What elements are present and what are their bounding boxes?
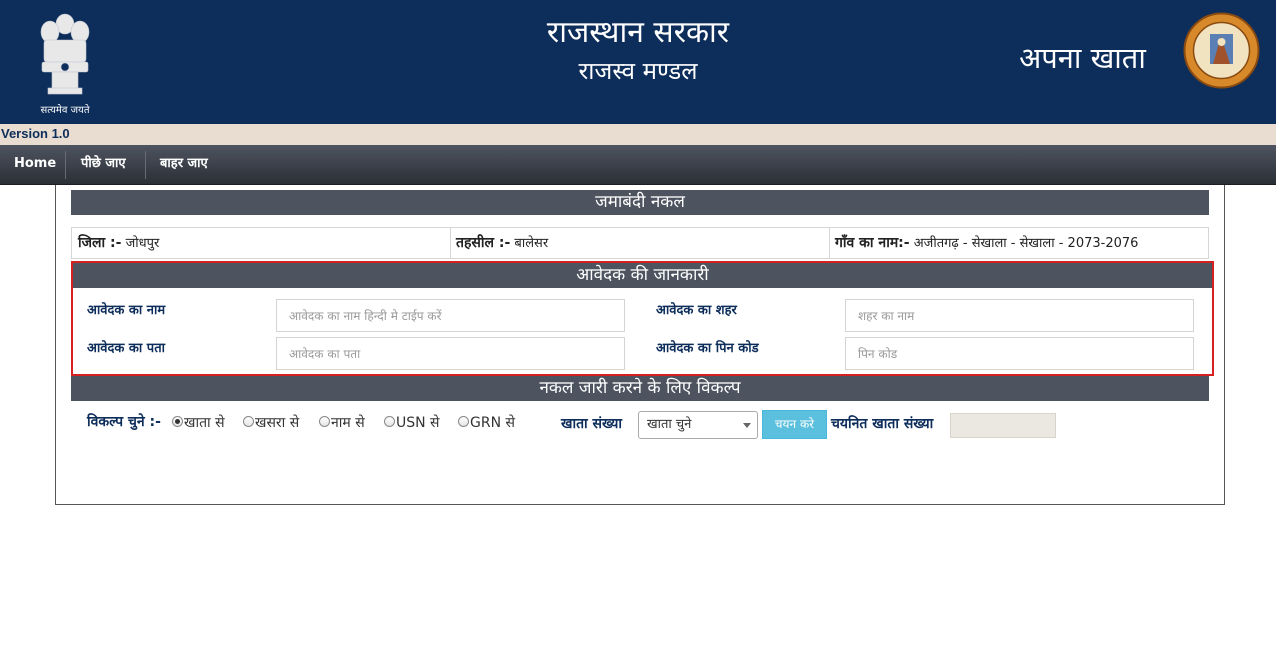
radio-usn-label: USN से [396, 415, 440, 431]
radio-dot [172, 416, 183, 427]
radio-dot [384, 416, 395, 427]
khata-number-label: खाता संख्या [561, 416, 622, 432]
options-heading: नकल जारी करने के लिए विकल्प [71, 376, 1209, 401]
jamabandi-heading: जमाबंदी नकल [71, 190, 1209, 215]
applicant-pincode-input[interactable] [845, 337, 1194, 370]
selected-khata-label: चयनित खाता संख्या [831, 416, 934, 432]
radio-khata[interactable]: खाता से [172, 413, 225, 432]
nav-home[interactable]: Home [14, 145, 56, 185]
applicant-name-label: आवेदक का नाम [87, 303, 166, 318]
nav-back[interactable]: पीछे जाए [81, 145, 126, 185]
applicant-address-label: आवेदक का पता [87, 341, 165, 356]
tehsil-label: तहसील :- [456, 235, 511, 251]
revenue-board-seal-icon [1183, 12, 1260, 89]
radio-dot [243, 416, 254, 427]
version-label: Version 1.0 [1, 126, 70, 141]
radio-grn-label: GRN से [470, 415, 515, 431]
radio-usn[interactable]: USN से [384, 413, 440, 432]
cell-divider [450, 228, 451, 258]
main-nav: Home पीछे जाए बाहर जाए [0, 145, 1276, 185]
district-label: जिला :- [78, 235, 122, 251]
tehsil-value: बालेसर [514, 236, 549, 251]
applicant-heading: आवेदक की जानकारी [73, 263, 1212, 288]
selected-khata-field [950, 413, 1056, 438]
select-button[interactable]: चयन करे [762, 410, 827, 439]
applicant-city-input[interactable] [845, 299, 1194, 332]
radio-khasra[interactable]: खसरा से [243, 413, 299, 432]
district-cell: जिला :- जोधपुर [78, 228, 159, 258]
chevron-down-icon [743, 423, 751, 428]
village-cell: गाँव का नाम:- अजीतगढ़ - सेखाला - सेखाला … [835, 228, 1138, 258]
khata-select-value: खाता चुने [647, 417, 692, 432]
location-info-row: जिला :- जोधपुर तहसील :- बालेसर गाँव का न… [71, 227, 1209, 259]
radio-khasra-label: खसरा से [255, 415, 300, 431]
radio-name-label: नाम से [331, 415, 365, 431]
cell-divider [829, 228, 830, 258]
village-value: अजीतगढ़ - सेखाला - सेखाला - 2073-2076 [913, 236, 1139, 251]
version-bar: Version 1.0 [0, 124, 1276, 145]
radio-dot [458, 416, 469, 427]
district-value: जोधपुर [125, 236, 160, 251]
choose-option-label: विकल्प चुने :- [87, 414, 161, 430]
site-header: सत्यमेव जयते राजस्थान सरकार राजस्व मण्डल… [0, 0, 1276, 124]
applicant-pincode-label: आवेदक का पिन कोड [656, 341, 759, 356]
nav-exit[interactable]: बाहर जाए [160, 145, 208, 185]
radio-dot [319, 416, 330, 427]
radio-grn[interactable]: GRN से [458, 413, 515, 432]
khata-select[interactable]: खाता चुने [638, 411, 758, 439]
radio-name[interactable]: नाम से [319, 413, 365, 432]
applicant-city-label: आवेदक का शहर [656, 303, 737, 318]
nav-divider [65, 151, 66, 179]
applicant-address-input[interactable] [276, 337, 625, 370]
applicant-name-input[interactable] [276, 299, 625, 332]
app-name: अपना खाता [1019, 41, 1146, 75]
emblem-caption: सत्यमेव जयते [40, 105, 90, 116]
tehsil-cell: तहसील :- बालेसर [456, 228, 548, 258]
nav-divider [145, 151, 146, 179]
village-label: गाँव का नाम:- [835, 235, 910, 251]
radio-khata-label: खाता से [184, 415, 225, 431]
